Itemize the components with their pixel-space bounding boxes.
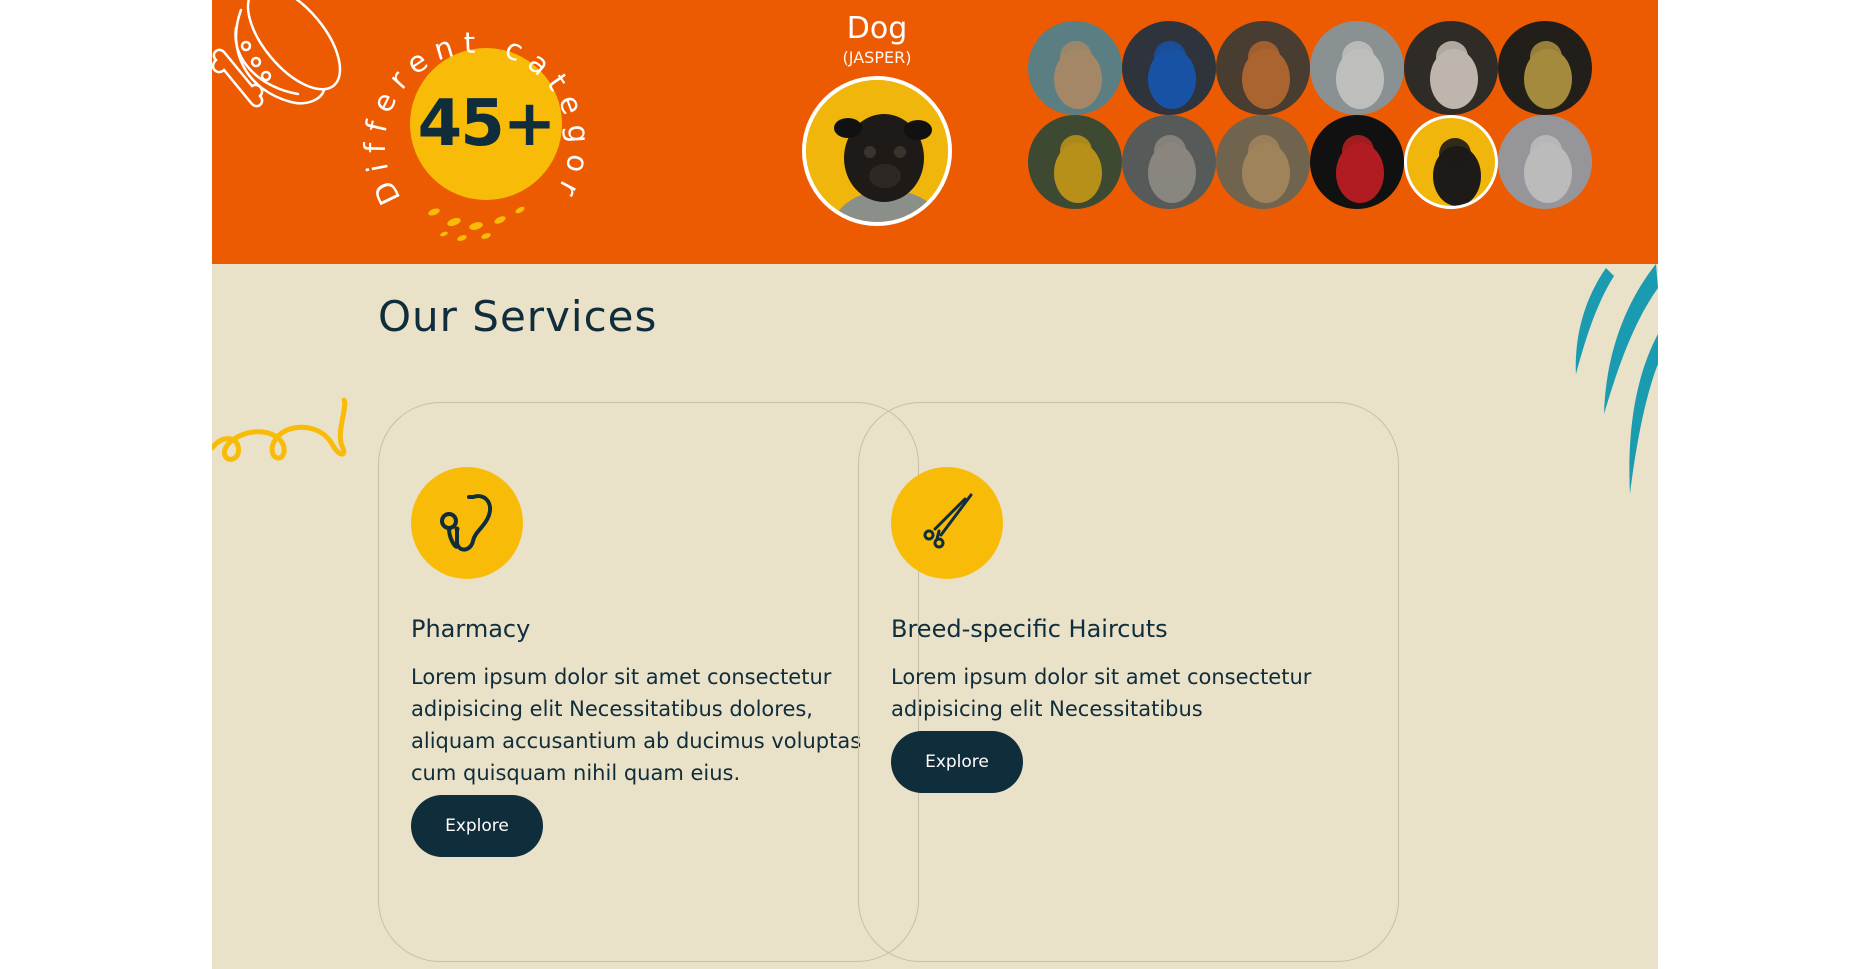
thumbnail-overlay [1122,115,1216,209]
service-title: Breed-specific Haircuts [891,615,1168,643]
hero-banner: 45+ Different category [212,0,1658,264]
thumbnail-overlay [1122,21,1216,115]
featured-pet: Dog (JASPER) [772,10,982,226]
featured-pet-photo [802,76,952,226]
stethoscope-icon [440,494,492,552]
thumbnail-overlay [1310,115,1404,209]
dog-thumbnail [1433,138,1481,206]
pet-thumbnail-bluebird[interactable] [1122,21,1216,115]
pet-bowl-illustration [212,0,342,108]
thumbnail-overlay [1028,115,1122,209]
service-card-haircuts: Breed-specific Haircuts Lorem ipsum dolo… [858,402,1399,962]
service-icon-circle [411,467,523,579]
thumbnail-overlay [1498,21,1592,115]
svg-text:Different category: Different category [362,12,592,210]
explore-button[interactable]: Explore [891,731,1023,793]
featured-pet-name: Dog [846,11,908,46]
pet-thumbnail-guinea-pig[interactable] [1404,21,1498,115]
pet-thumbnail-cockatiel[interactable] [1498,21,1592,115]
featured-pet-subname: (JASPER) [842,48,912,67]
service-title: Pharmacy [411,615,531,643]
thumbnail-overlay [1216,115,1310,209]
badge-ring-label: Different category [362,12,588,210]
services-heading: Our Services [378,292,658,341]
pet-thumbnail-macaw[interactable] [1028,115,1122,209]
pet-thumbnail-lion[interactable] [1216,115,1310,209]
claw-marks-decoration [1575,264,1658,494]
service-description: Lorem ipsum dolor sit amet consectetur a… [411,665,862,785]
service-description: Lorem ipsum dolor sit amet consectetur a… [891,665,1312,721]
service-icon-circle [891,467,1003,579]
category-badge: 45+ Different category [362,12,592,242]
thumbnail-overlay [1404,21,1498,115]
badge-ring-text: Different category [362,12,592,241]
service-card-pharmacy: Pharmacy Lorem ipsum dolor sit amet cons… [378,402,919,962]
pet-thumbnail-lory[interactable] [1310,115,1404,209]
thumbnail-overlay [1310,21,1404,115]
yellow-squiggle-decoration [212,398,348,462]
thumbnail-overlay [1498,115,1592,209]
pet-thumbnail-tabby-cat[interactable] [1122,115,1216,209]
pet-thumbnail-fox[interactable] [1216,21,1310,115]
pet-thumbnail-white-cat[interactable] [1310,21,1404,115]
pet-thumbnail-kitten[interactable] [1028,21,1122,115]
pet-thumbnail-pug[interactable] [1404,115,1498,209]
thumbnail-overlay [1028,21,1122,115]
explore-button[interactable]: Explore [411,795,543,857]
pet-thumbnail-rabbit[interactable] [1498,115,1592,209]
badge-confetti [428,206,525,241]
pug-icon [806,80,948,222]
scissors-icon [923,493,973,549]
thumbnail-overlay [1216,21,1310,115]
page: 45+ Different category [212,0,1658,969]
